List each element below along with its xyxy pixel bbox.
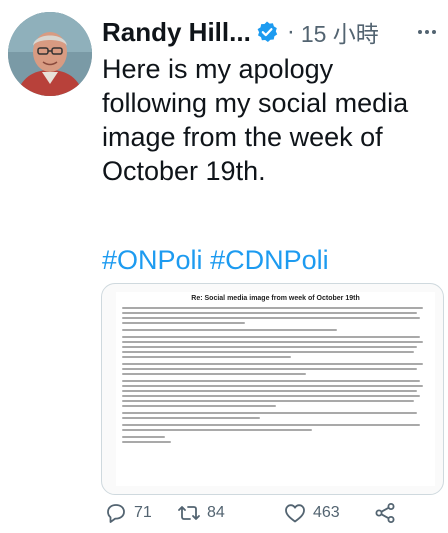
letter-paragraph xyxy=(122,424,429,431)
profile-photo xyxy=(8,12,92,96)
share-button[interactable] xyxy=(373,501,397,525)
timestamp[interactable]: 15 小時 xyxy=(301,15,379,49)
letter-paragraph xyxy=(122,307,429,324)
letter-paragraph xyxy=(122,412,429,419)
retweet-icon xyxy=(178,506,200,520)
letter-paragraph xyxy=(122,336,429,358)
apology-letter-image: Re: Social media image from week of Octo… xyxy=(116,292,435,486)
letter-paragraph xyxy=(122,380,429,407)
tweet-header: Randy Hill... · 15 小時 xyxy=(102,12,442,52)
reply-count: 71 xyxy=(134,504,152,521)
like-count: 463 xyxy=(313,504,340,521)
retweet-button[interactable]: 84 xyxy=(177,501,225,525)
tweet-action-bar: 71 84 463 xyxy=(100,497,410,529)
verified-badge-icon xyxy=(257,21,278,42)
more-options-icon[interactable] xyxy=(418,30,442,34)
hashtag-link[interactable]: #CDNPoli xyxy=(210,245,329,275)
letter-paragraph xyxy=(122,363,429,375)
hashtag-link[interactable]: #ONPoli xyxy=(102,245,203,275)
separator-dot: · xyxy=(286,18,295,45)
reply-icon xyxy=(107,504,125,523)
avatar[interactable] xyxy=(8,12,92,96)
tweet-media-image[interactable]: Re: Social media image from week of Octo… xyxy=(101,283,444,495)
hashtag-row: #ONPoli #CDNPoli xyxy=(102,243,329,277)
heart-icon xyxy=(285,504,305,523)
author-name[interactable]: Randy Hill... xyxy=(102,17,251,48)
letter-paragraph xyxy=(122,329,429,331)
reply-button[interactable]: 71 xyxy=(104,501,152,525)
tweet-text: Here is my apology following my social m… xyxy=(102,54,409,186)
letter-signature xyxy=(122,436,429,443)
like-button[interactable]: 463 xyxy=(283,501,340,525)
share-icon xyxy=(375,503,395,523)
retweet-count: 84 xyxy=(207,504,225,521)
letter-title: Re: Social media image from week of Octo… xyxy=(191,295,360,302)
